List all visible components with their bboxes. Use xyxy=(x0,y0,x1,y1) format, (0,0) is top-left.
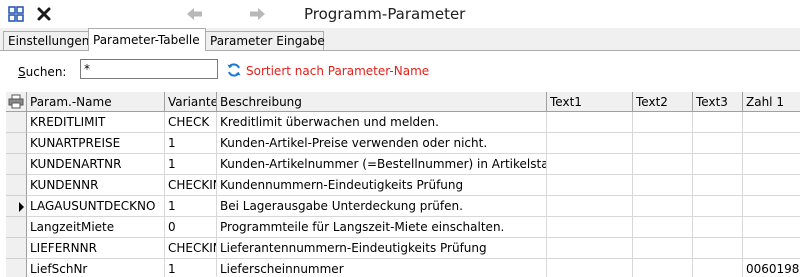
row-indicator[interactable] xyxy=(6,133,27,154)
row-indicator[interactable] xyxy=(6,196,27,217)
cell-param-name[interactable]: LangzeitMiete xyxy=(27,217,165,238)
cell-variante[interactable]: CHECKIN xyxy=(165,175,217,196)
title-bar: Programm-Parameter xyxy=(0,0,800,28)
cell-text3[interactable] xyxy=(693,238,743,259)
cell-text1[interactable] xyxy=(547,238,633,259)
cell-zahl1[interactable] xyxy=(743,238,800,259)
cell-text2[interactable] xyxy=(633,175,693,196)
cell-text1[interactable] xyxy=(547,259,633,277)
cell-beschreibung[interactable]: Kundennummern-Eindeutigkeits Prüfung xyxy=(217,175,547,196)
table-row[interactable]: KUNARTPREISE 1 Kunden-Artikel-Preise verwe… xyxy=(0,133,800,154)
grid-icon[interactable] xyxy=(5,3,27,25)
cell-text3[interactable] xyxy=(693,175,743,196)
cell-beschreibung[interactable]: Programmteile für Langszeit-Miete einsch… xyxy=(217,217,547,238)
row-indicator[interactable] xyxy=(6,217,27,238)
cell-text3[interactable] xyxy=(693,133,743,154)
arrow-left-icon[interactable] xyxy=(184,3,206,25)
cell-text1[interactable] xyxy=(547,175,633,196)
column-header-text1[interactable]: Text1 xyxy=(547,92,633,112)
search-label: Suchen: xyxy=(18,65,67,79)
cell-zahl1[interactable] xyxy=(743,154,800,175)
tab-einstellungen[interactable]: Einstellungen xyxy=(3,31,89,50)
row-indicator[interactable] xyxy=(6,259,27,277)
cell-variante[interactable]: 1 xyxy=(165,154,217,175)
table-row[interactable]: LangzeitMiete 0 Programmteile für Langszei… xyxy=(0,217,800,238)
cell-zahl1[interactable] xyxy=(743,133,800,154)
cell-param-name[interactable]: KREDITLIMIT xyxy=(27,112,165,133)
cell-variante[interactable]: 1 xyxy=(165,259,217,277)
cell-variante[interactable]: CHECK xyxy=(165,112,217,133)
cell-beschreibung[interactable]: Lieferantennummern-Eindeutigkeits Prüfun… xyxy=(217,238,547,259)
cell-text3[interactable] xyxy=(693,196,743,217)
cell-beschreibung[interactable]: Kunden-Artikelnummer (=Bestellnummer) in… xyxy=(217,154,547,175)
sort-status: Sortiert nach Parameter-Name xyxy=(246,64,430,78)
cell-text1[interactable] xyxy=(547,217,633,238)
table-row[interactable]: LiefSchNr 1 Lieferscheinnummer 0060198 xyxy=(0,259,800,277)
cell-param-name[interactable]: LiefSchNr xyxy=(27,259,165,277)
cell-text1[interactable] xyxy=(547,133,633,154)
table-row[interactable]: KUNDENNR CHECKIN Kundennummern-Eindeutigke… xyxy=(0,175,800,196)
cell-zahl1[interactable] xyxy=(743,217,800,238)
print-icon[interactable] xyxy=(6,92,27,112)
row-indicator[interactable] xyxy=(6,175,27,196)
cell-text1[interactable] xyxy=(547,112,633,133)
cell-param-name[interactable]: KUNDENNR xyxy=(27,175,165,196)
tab-parameter-eingabe[interactable]: Parameter Eingabe xyxy=(205,31,325,50)
cell-text2[interactable] xyxy=(633,196,693,217)
cell-param-name[interactable]: LAGAUSUNTDECKNO xyxy=(27,196,165,217)
cell-variante[interactable]: CHECKIN xyxy=(165,238,217,259)
column-header-zahl1[interactable]: Zahl 1 xyxy=(743,92,800,112)
row-indicator[interactable] xyxy=(6,154,27,175)
cell-text2[interactable] xyxy=(633,259,693,277)
cell-text2[interactable] xyxy=(633,238,693,259)
cell-variante[interactable]: 1 xyxy=(165,133,217,154)
close-icon[interactable] xyxy=(33,3,55,25)
cell-zahl1[interactable] xyxy=(743,112,800,133)
cell-variante[interactable]: 0 xyxy=(165,217,217,238)
cell-zahl1[interactable] xyxy=(743,175,800,196)
table-row[interactable]: LAGAUSUNTDECKNO 1 Bei Lagerausgabe Unterde… xyxy=(0,196,800,217)
column-header-text3[interactable]: Text3 xyxy=(693,92,743,112)
column-header-beschreibung[interactable]: Beschreibung xyxy=(217,92,547,112)
parameter-table: Param.-Name Variante Beschreibung Text1 … xyxy=(0,89,800,277)
refresh-icon[interactable] xyxy=(226,62,242,78)
cell-param-name[interactable]: LIEFERNNR xyxy=(27,238,165,259)
window-title: Programm-Parameter xyxy=(304,5,466,23)
arrow-right-icon[interactable] xyxy=(246,3,268,25)
cell-text3[interactable] xyxy=(693,217,743,238)
cell-text3[interactable] xyxy=(693,154,743,175)
table-row[interactable]: KUNDENARTNR 1 Kunden-Artikelnummer (=Beste… xyxy=(0,154,800,175)
search-input[interactable] xyxy=(80,59,218,79)
column-header-variante[interactable]: Variante xyxy=(165,92,217,112)
cell-param-name[interactable]: KUNARTPREISE xyxy=(27,133,165,154)
cell-text3[interactable] xyxy=(693,259,743,277)
cell-beschreibung[interactable]: Kreditlimit überwachen und melden. xyxy=(217,112,547,133)
cell-beschreibung[interactable]: Bei Lagerausgabe Unterdeckung prüfen. xyxy=(217,196,547,217)
cell-param-name[interactable]: KUNDENARTNR xyxy=(27,154,165,175)
cell-beschreibung[interactable]: Kunden-Artikel-Preise verwenden oder nic… xyxy=(217,133,547,154)
cell-text2[interactable] xyxy=(633,217,693,238)
cell-text2[interactable] xyxy=(633,133,693,154)
row-indicator[interactable] xyxy=(6,238,27,259)
cell-text2[interactable] xyxy=(633,154,693,175)
cell-variante[interactable]: 1 xyxy=(165,196,217,217)
table-row[interactable]: LIEFERNNR CHECKIN Lieferantennummern-Einde… xyxy=(0,238,800,259)
current-row-arrow-icon xyxy=(19,202,24,212)
cell-zahl1[interactable] xyxy=(743,196,800,217)
cell-zahl1[interactable]: 0060198 xyxy=(743,259,800,277)
cell-beschreibung[interactable]: Lieferscheinnummer xyxy=(217,259,547,277)
cell-text1[interactable] xyxy=(547,196,633,217)
table-row[interactable]: KREDITLIMIT CHECK Kreditlimit überwachen u… xyxy=(0,112,800,133)
cell-text1[interactable] xyxy=(547,154,633,175)
cell-text3[interactable] xyxy=(693,112,743,133)
column-header-param-name[interactable]: Param.-Name xyxy=(27,92,165,112)
cell-text2[interactable] xyxy=(633,112,693,133)
row-indicator[interactable] xyxy=(6,112,27,133)
tab-parameter-tabelle[interactable]: Parameter-Tabelle xyxy=(88,28,206,51)
column-header-text2[interactable]: Text2 xyxy=(633,92,693,112)
